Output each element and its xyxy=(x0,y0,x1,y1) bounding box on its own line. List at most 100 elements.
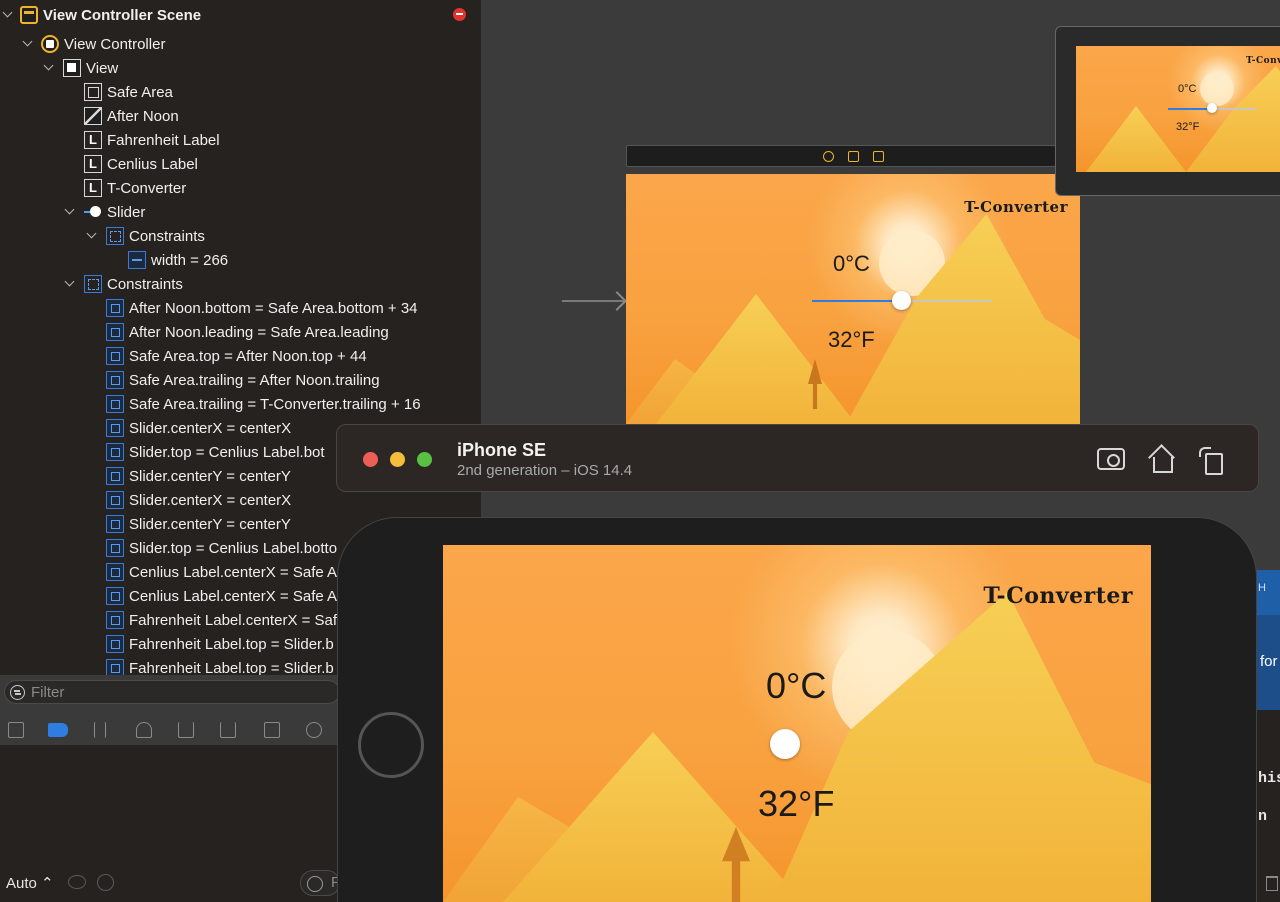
view-controller-icon[interactable] xyxy=(823,151,834,162)
eye-icon[interactable] xyxy=(68,875,86,889)
peek-text: n xyxy=(1258,808,1268,825)
trash-icon[interactable] xyxy=(1266,876,1278,891)
slider-knob[interactable] xyxy=(770,729,800,759)
constraint-row[interactable]: Fahrenheit Label.centerX = Saf xyxy=(106,608,337,632)
outline-label: Cenlius Label.centerX = Safe A xyxy=(129,587,338,605)
outline-label: Fahrenheit Label.top = Slider.b xyxy=(129,659,334,676)
outline-row-view-controller[interactable]: View Controller xyxy=(41,32,165,56)
screenshot-camera-icon[interactable] xyxy=(1097,448,1125,470)
filter-placeholder: Filter xyxy=(31,683,65,701)
outline-row-t-converter[interactable]: L T-Converter xyxy=(84,176,186,200)
variables-scope-select[interactable]: Auto ⌃ xyxy=(6,874,54,892)
constraint-row[interactable]: Safe Area.top = After Noon.top + 44 xyxy=(106,344,367,368)
view-controller-icon xyxy=(41,35,59,53)
outline-row-slider[interactable]: Slider xyxy=(84,200,145,224)
close-window-button[interactable] xyxy=(363,452,378,467)
peek-text: H xyxy=(1258,582,1266,594)
step-into-icon[interactable] xyxy=(178,722,194,738)
disclosure-chevron-icon[interactable] xyxy=(87,230,97,240)
view-debugger-icon[interactable] xyxy=(264,722,280,738)
constraint-icon xyxy=(106,419,124,437)
error-badge-icon[interactable] xyxy=(453,8,466,21)
step-out-icon[interactable] xyxy=(220,722,236,738)
outline-label: View xyxy=(86,59,119,77)
filter-icon xyxy=(10,685,25,700)
outline-label: Slider xyxy=(107,203,146,221)
peek-text: for xyxy=(1260,653,1278,670)
app-title-label: T-Converter xyxy=(964,198,1068,216)
hide-debug-area-icon[interactable] xyxy=(8,722,24,738)
label-icon: L xyxy=(84,155,102,173)
outline-row-after-noon[interactable]: After Noon xyxy=(84,104,179,128)
constraint-row[interactable]: Slider.top = Cenlius Label.botto xyxy=(106,536,337,560)
slider-knob[interactable] xyxy=(892,291,911,310)
constraint-row[interactable]: Cenlius Label.centerX = Safe A xyxy=(106,560,337,584)
scene-dock[interactable] xyxy=(626,145,1080,167)
outline-label: Safe Area.trailing = T-Converter.trailin… xyxy=(129,395,421,413)
constraint-row[interactable]: Fahrenheit Label.top = Slider.b xyxy=(106,656,334,675)
sun-shape xyxy=(1200,72,1234,106)
simulator-screen[interactable]: T-Converter 0°C 32°F xyxy=(443,545,1151,902)
home-icon[interactable] xyxy=(1147,445,1177,473)
zoom-window-button[interactable] xyxy=(417,452,432,467)
constraint-icon xyxy=(106,587,124,605)
scene-icon xyxy=(20,6,38,24)
minimize-window-button[interactable] xyxy=(390,452,405,467)
memory-graph-icon[interactable] xyxy=(306,722,322,738)
constraints-icon xyxy=(84,275,102,293)
exit-icon[interactable] xyxy=(873,151,884,162)
constraint-row[interactable]: After Noon.leading = Safe Area.leading xyxy=(106,320,389,344)
outline-row-slider-constraints[interactable]: Constraints xyxy=(106,224,205,248)
outline-row-width-constraint[interactable]: width = 266 xyxy=(128,248,228,272)
disclosure-chevron-icon[interactable] xyxy=(65,206,75,216)
storyboard-scene-view[interactable]: T-Converter 0°C 32°F xyxy=(626,174,1080,424)
pause-icon[interactable] xyxy=(94,722,106,738)
disclosure-chevron-icon[interactable] xyxy=(44,62,54,72)
constraint-row[interactable]: Slider.centerY = centerY xyxy=(106,464,291,488)
first-responder-icon[interactable] xyxy=(848,151,859,162)
view-icon xyxy=(63,59,81,77)
outline-label: Cenlius Label.centerX = Safe A xyxy=(129,563,338,581)
constraint-row[interactable]: Cenlius Label.centerX = Safe A xyxy=(106,584,337,608)
step-over-icon[interactable] xyxy=(136,722,152,738)
disclosure-chevron-icon[interactable] xyxy=(3,9,13,19)
outline-row-view[interactable]: View xyxy=(63,56,118,80)
constraints-icon xyxy=(106,227,124,245)
outline-row-constraints[interactable]: Constraints xyxy=(84,272,183,296)
outline-label: Slider.centerX = centerX xyxy=(129,491,292,509)
constraint-row[interactable]: Slider.top = Cenlius Label.bot xyxy=(106,440,325,464)
outline-row-safe-area[interactable]: Safe Area xyxy=(84,80,173,104)
rotate-icon[interactable] xyxy=(1197,445,1227,475)
constraint-row[interactable]: Slider.centerX = centerX xyxy=(106,416,291,440)
constraint-row[interactable]: Fahrenheit Label.top = Slider.b xyxy=(106,632,334,656)
fahrenheit-label: 32°F xyxy=(828,327,875,352)
outline-label: After Noon.leading = Safe Area.leading xyxy=(129,323,389,341)
outline-filter-bar: Filter xyxy=(0,677,340,707)
disclosure-chevron-icon[interactable] xyxy=(65,278,75,288)
inspector-edge: H xyxy=(1256,570,1280,615)
filter-input[interactable]: Filter xyxy=(4,680,340,704)
breakpoints-icon[interactable] xyxy=(48,723,68,737)
outline-label: Constraints xyxy=(107,275,183,293)
entry-point-arrow-icon[interactable] xyxy=(562,300,624,302)
outline-row-fahrenheit-label[interactable]: L Fahrenheit Label xyxy=(84,128,220,152)
constraint-row[interactable]: Slider.centerX = centerX xyxy=(106,488,291,512)
home-button[interactable] xyxy=(358,712,424,778)
debug-toolbar xyxy=(0,716,340,744)
outline-label: Slider.centerX = centerX xyxy=(129,419,292,437)
preview-thumbnail[interactable]: T-Converter 0°C 32°F xyxy=(1055,26,1280,196)
width-constraint-icon xyxy=(128,251,146,269)
outline-row-cenlius-label[interactable]: L Cenlius Label xyxy=(84,152,198,176)
console-filter-input[interactable]: F xyxy=(300,870,340,896)
celsius-label: 0°C xyxy=(833,251,870,276)
label-icon: L xyxy=(84,131,102,149)
image-view-icon xyxy=(84,107,102,125)
constraint-row[interactable]: Slider.centerY = centerY xyxy=(106,512,291,536)
info-icon[interactable] xyxy=(97,874,114,891)
constraint-row[interactable]: After Noon.bottom = Safe Area.bottom + 3… xyxy=(106,296,418,320)
disclosure-chevron-icon[interactable] xyxy=(23,38,33,48)
app-title-label: T-Converter xyxy=(1246,56,1280,66)
outline-row-scene[interactable]: View Controller Scene xyxy=(20,3,201,27)
constraint-row[interactable]: Safe Area.trailing = After Noon.trailing xyxy=(106,368,380,392)
constraint-row[interactable]: Safe Area.trailing = T-Converter.trailin… xyxy=(106,392,421,416)
